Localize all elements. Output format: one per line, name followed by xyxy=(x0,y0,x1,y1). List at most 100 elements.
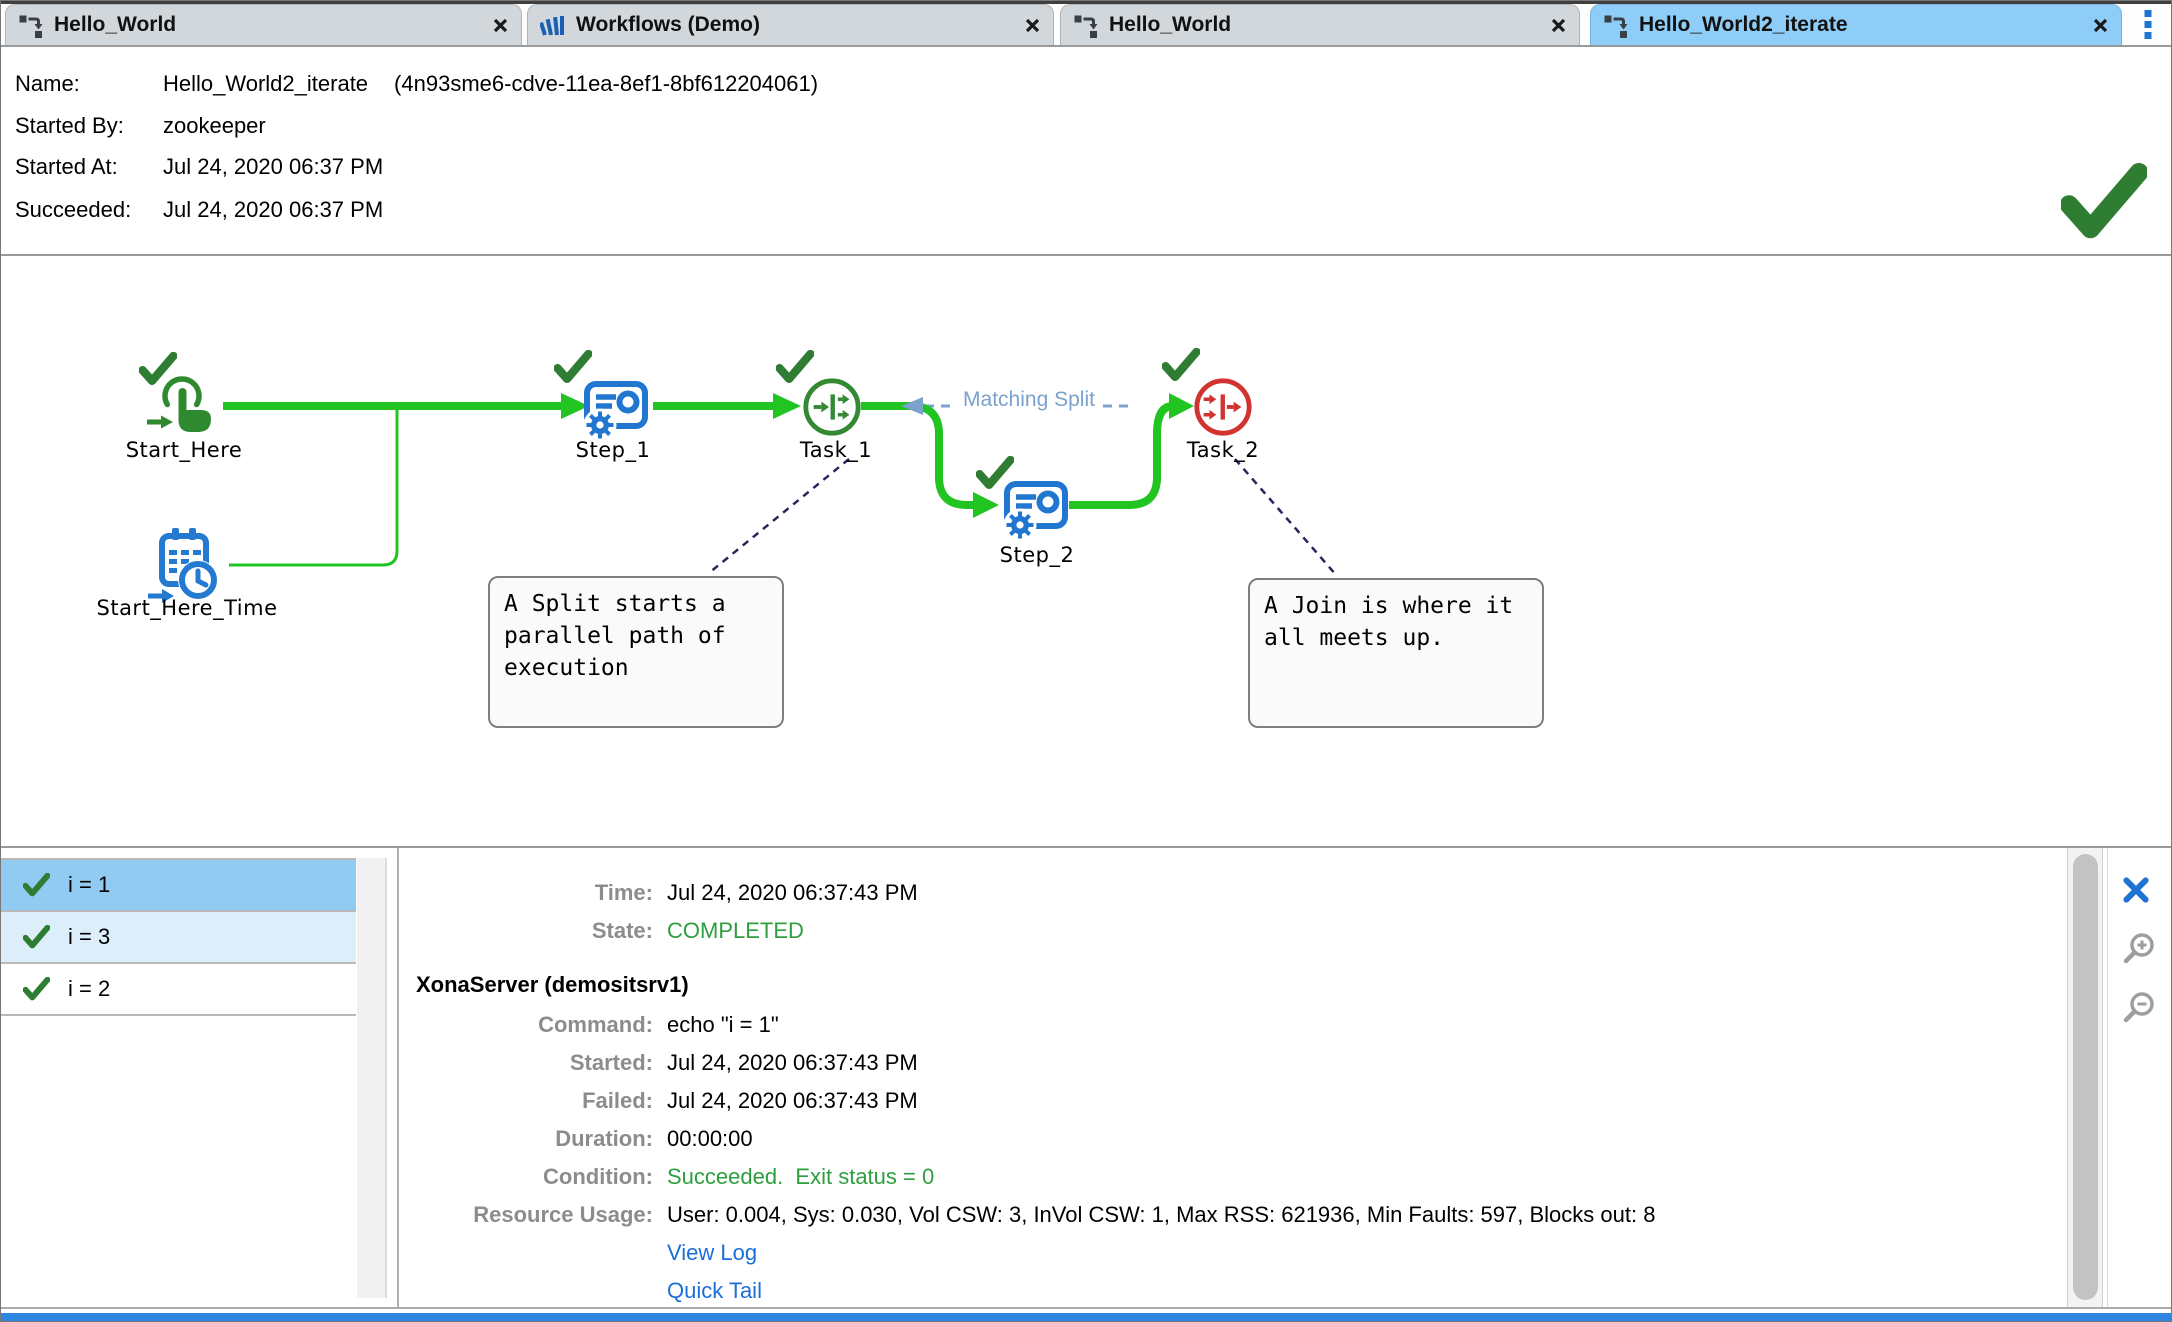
close-icon[interactable] xyxy=(1024,17,1041,34)
name-label: Name: xyxy=(15,69,163,99)
tap-trigger-icon[interactable] xyxy=(141,370,225,442)
close-icon[interactable] xyxy=(1550,17,1567,34)
iteration-row-i3[interactable]: i = 3 xyxy=(1,912,356,964)
command-value: echo "i = 1" xyxy=(667,1012,779,1037)
detail-scrollbar-track[interactable] xyxy=(2067,848,2103,1307)
close-icon[interactable] xyxy=(2092,17,2109,34)
duration-label: Duration: xyxy=(421,1125,653,1153)
condition-value: Succeeded. Exit status = 0 xyxy=(667,1164,934,1189)
detail-row-started: Started: Jul 24, 2020 06:37:43 PM xyxy=(421,1049,918,1077)
node-label-step1[interactable]: Step_1 xyxy=(513,438,713,462)
annotation-split-note: A Split starts a parallel path of execut… xyxy=(488,576,784,728)
started-by-label: Started By: xyxy=(15,111,163,141)
detail-row-time: Time: Jul 24, 2020 06:37:43 PM xyxy=(421,879,918,907)
matching-split-label: Matching Split xyxy=(953,388,1105,412)
annotation-join-note: A Join is where it all meets up. xyxy=(1248,578,1544,728)
close-details-icon[interactable] xyxy=(2121,875,2151,905)
state-value: COMPLETED xyxy=(667,918,804,943)
quick-tail-link[interactable]: Quick Tail xyxy=(667,1278,762,1303)
started-label: Started: xyxy=(421,1049,653,1077)
iteration-label: i = 1 xyxy=(68,872,110,898)
condition-label: Condition: xyxy=(421,1163,653,1191)
gear-icon xyxy=(587,412,614,439)
time-label: Time: xyxy=(421,879,653,907)
tab-label: Workflows (Demo) xyxy=(576,13,1014,37)
matching-split-arrowhead xyxy=(901,397,923,415)
application-window: Hello_World Workflows (Demo) xyxy=(0,0,2172,1322)
tool-column-divider xyxy=(2107,848,2108,1307)
iteration-label: i = 2 xyxy=(68,976,110,1002)
window-focus-bar xyxy=(1,1313,2172,1322)
workflow-diagram-canvas[interactable]: Start_Here Start_Here_Time xyxy=(1,256,2172,846)
detail-panel-divider xyxy=(397,848,399,1307)
tab-hello-world2-iterate[interactable]: Hello_World2_iterate xyxy=(1590,4,2122,45)
gear-icon xyxy=(1007,512,1034,539)
detail-row-resource-usage: Resource Usage:User: 0.004, Sys: 0.030, … xyxy=(421,1201,1655,1229)
split-icon[interactable] xyxy=(801,376,863,438)
node-label-task1[interactable]: Task_1 xyxy=(736,438,936,462)
node-label-step2[interactable]: Step_2 xyxy=(937,543,1137,567)
duration-value: 00:00:00 xyxy=(667,1126,753,1151)
iteration-list-scrollbar-track[interactable] xyxy=(357,858,387,1298)
iteration-label: i = 3 xyxy=(68,924,110,950)
job-step-icon[interactable] xyxy=(575,378,651,444)
status-check-icon xyxy=(23,977,50,1001)
detail-row-condition: Condition: Succeeded. Exit status = 0 xyxy=(421,1163,934,1191)
detail-row-command: Command: echo "i = 1" xyxy=(421,1011,779,1039)
succeeded-label: Succeeded: xyxy=(15,195,163,225)
edge-start-here-time-branch xyxy=(229,408,397,565)
detail-row-quick-tail: Quick Tail xyxy=(421,1277,762,1305)
info-row-name: Name:Hello_World2_iterate (4n93sme6-cdve-… xyxy=(15,69,818,99)
node-label-start-here-time[interactable]: Start_Here_Time xyxy=(87,596,287,620)
workflow-icon xyxy=(18,12,44,38)
started-at-label: Started At: xyxy=(15,152,163,182)
time-value: Jul 24, 2020 06:37:43 PM xyxy=(667,880,918,905)
name-value: Hello_World2_iterate xyxy=(163,71,368,96)
annotation-connector-join xyxy=(1235,459,1337,576)
zoom-in-icon[interactable] xyxy=(2121,932,2157,968)
detail-row-duration: Duration: 00:00:00 xyxy=(421,1125,753,1153)
state-label: State: xyxy=(421,917,653,945)
workflow-icon xyxy=(1603,12,1629,38)
info-row-succeeded: Succeeded:Jul 24, 2020 06:37 PM xyxy=(15,195,383,225)
join-icon[interactable] xyxy=(1192,376,1254,438)
iteration-row-i1[interactable]: i = 1 xyxy=(1,860,356,912)
name-uuid: (4n93sme6-cdve-11ea-8ef1-8bf612204061) xyxy=(394,71,818,96)
succeeded-value: Jul 24, 2020 06:37 PM xyxy=(163,197,383,222)
detail-row-state: State: COMPLETED xyxy=(421,917,804,945)
tab-label: Hello_World2_iterate xyxy=(1639,13,2082,37)
zoom-out-icon[interactable] xyxy=(2121,991,2157,1027)
close-icon[interactable] xyxy=(492,17,509,34)
detail-scrollbar-thumb[interactable] xyxy=(2073,854,2098,1300)
server-heading: XonaServer (demositsrv1) xyxy=(416,971,689,999)
node-label-task2[interactable]: Task_2 xyxy=(1123,438,1323,462)
info-row-started-by: Started By:zookeeper xyxy=(15,111,266,141)
job-step-icon[interactable] xyxy=(995,478,1071,544)
status-check-icon xyxy=(23,925,50,949)
resource-usage-label: Resource Usage: xyxy=(421,1201,653,1229)
tab-bar: Hello_World Workflows (Demo) xyxy=(1,1,2172,47)
failed-value: Jul 24, 2020 06:37:43 PM xyxy=(667,1088,918,1113)
iteration-row-i2[interactable]: i = 2 xyxy=(1,964,356,1016)
view-log-link[interactable]: View Log xyxy=(667,1240,757,1265)
status-check-icon xyxy=(23,873,50,897)
tab-label: Hello_World xyxy=(1109,13,1540,37)
arrowhead-task1 xyxy=(773,393,801,419)
annotation-connector-split xyxy=(709,459,849,573)
iteration-list: i = 1 i = 3 i = 2 xyxy=(1,858,356,1016)
command-label: Command: xyxy=(421,1011,653,1039)
bottom-divider xyxy=(1,1307,2172,1309)
tab-hello-world-2[interactable]: Hello_World xyxy=(1060,4,1580,45)
started-value: Jul 24, 2020 06:37:43 PM xyxy=(667,1050,918,1075)
tab-workflows-demo[interactable]: Workflows (Demo) xyxy=(527,4,1054,45)
info-row-started-at: Started At:Jul 24, 2020 06:37 PM xyxy=(15,152,383,182)
detail-row-view-log: View Log xyxy=(421,1239,757,1267)
workflows-stack-icon xyxy=(540,12,566,38)
detail-row-failed: Failed:Jul 24, 2020 06:37:43 PM xyxy=(421,1087,918,1115)
node-label-start-here[interactable]: Start_Here xyxy=(84,438,284,462)
arrowhead-task2 xyxy=(1169,393,1194,419)
tab-hello-world-1[interactable]: Hello_World xyxy=(5,4,522,45)
tab-menu-kebab-icon[interactable] xyxy=(2144,10,2152,40)
workflow-icon xyxy=(1073,12,1099,38)
started-by-value: zookeeper xyxy=(163,113,266,138)
